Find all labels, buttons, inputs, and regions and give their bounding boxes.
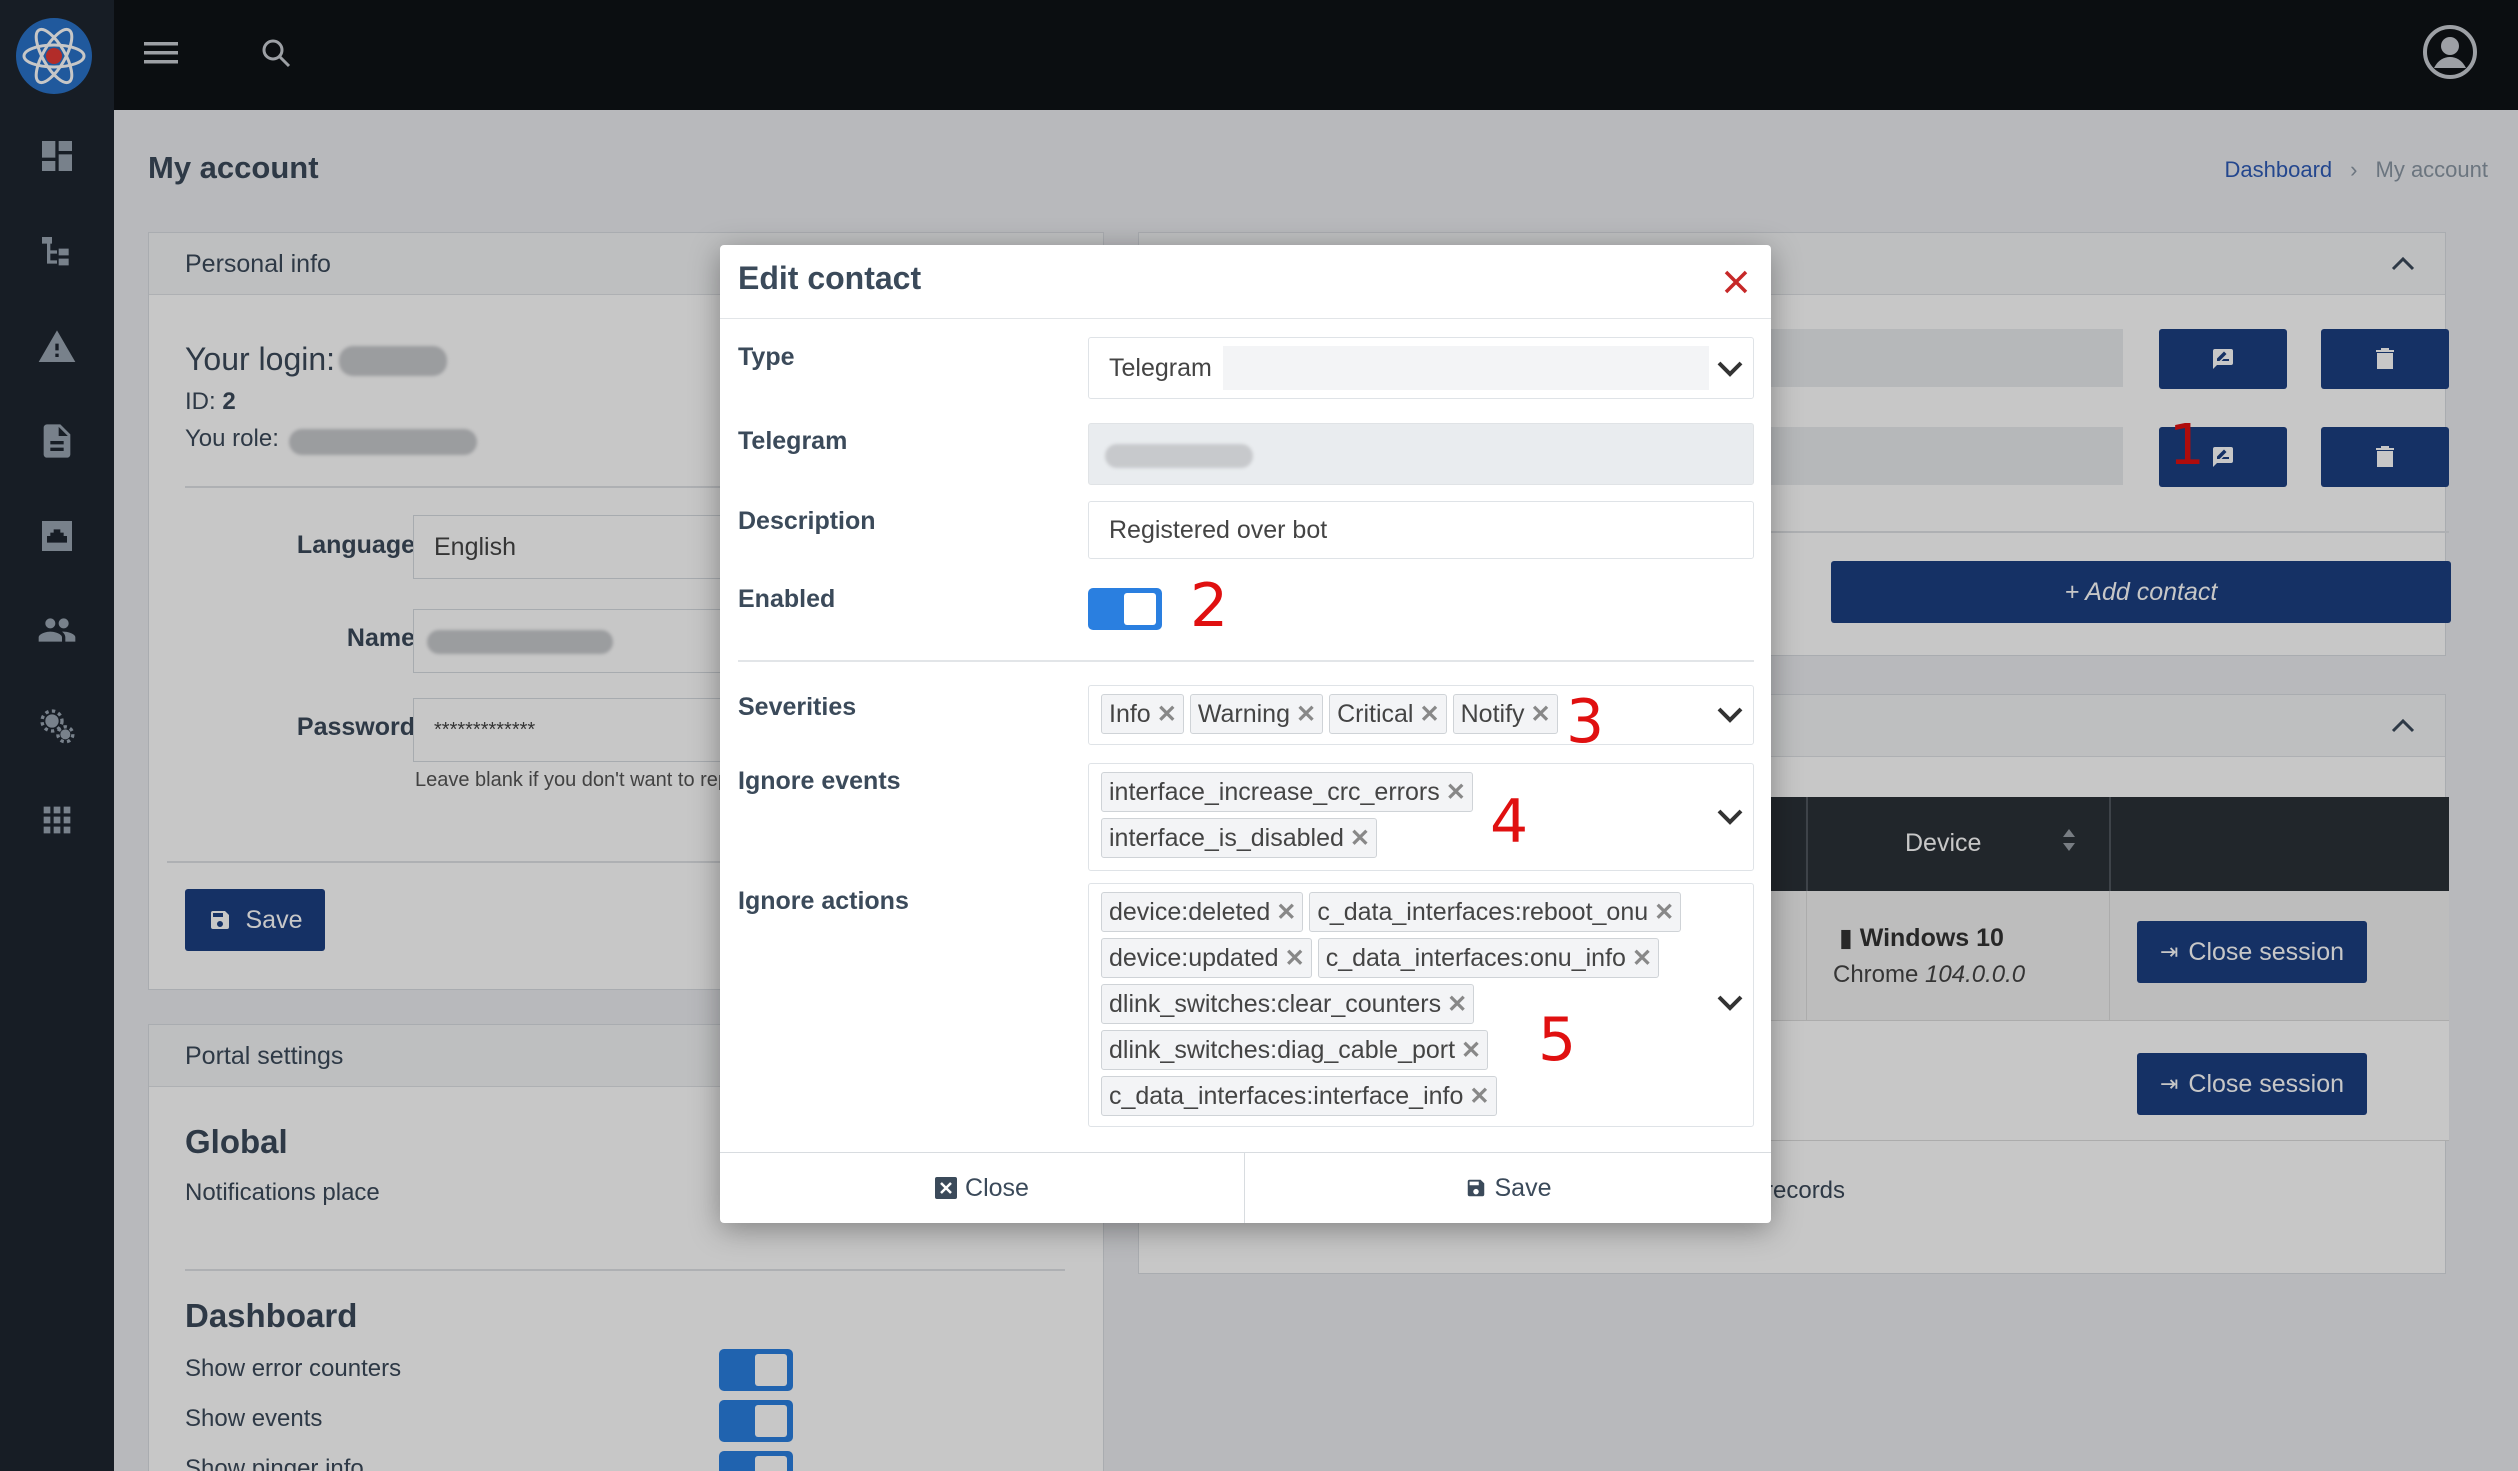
ignore-action-tag[interactable]: device:deleted ✕ xyxy=(1101,892,1304,932)
ignore-action-tag[interactable]: c_data_interfaces:onu_info ✕ xyxy=(1317,938,1660,978)
remove-tag-icon[interactable]: ✕ xyxy=(1276,898,1296,927)
enabled-label: Enabled xyxy=(738,585,836,613)
description-value: Registered over bot xyxy=(1109,516,1328,544)
ignore-action-tag-label: c_data_interfaces:onu_info xyxy=(1325,943,1626,972)
ignore-action-tag[interactable]: device:updated ✕ xyxy=(1101,938,1312,978)
annotation-2: 2 xyxy=(1190,571,1229,641)
type-value: Telegram xyxy=(1109,354,1212,382)
ignore-event-tag[interactable]: interface_increase_crc_errors ✕ xyxy=(1101,772,1473,812)
telegram-label: Telegram xyxy=(738,427,848,455)
severity-tag-label: Notify xyxy=(1460,699,1525,728)
remove-tag-icon[interactable]: ✕ xyxy=(1296,700,1316,729)
modal-close-button[interactable]: Close xyxy=(720,1153,1244,1223)
ignore-event-tag-label: interface_is_disabled xyxy=(1109,823,1344,852)
ignore-action-tag-label: c_data_interfaces:reboot_onu xyxy=(1317,897,1649,926)
annotation-3: 3 xyxy=(1566,687,1605,757)
divider xyxy=(738,660,1754,662)
remove-tag-icon[interactable]: ✕ xyxy=(1461,1036,1481,1065)
ignore-action-tag[interactable]: dlink_switches:clear_counters ✕ xyxy=(1101,984,1475,1024)
ignore-actions-multiselect[interactable]: device:deleted ✕ c_data_interfaces:reboot_… xyxy=(1088,883,1754,1127)
severity-tag-label: Critical xyxy=(1337,699,1414,728)
severity-tag[interactable]: Warning ✕ xyxy=(1189,694,1324,734)
description-label: Description xyxy=(738,507,876,535)
severities-multiselect[interactable]: Info ✕ Warning ✕ Critical ✕ Notify ✕ xyxy=(1088,685,1754,745)
telegram-input[interactable] xyxy=(1088,423,1754,485)
ignore-action-tag-label: device:deleted xyxy=(1109,897,1271,926)
telegram-value-redacted xyxy=(1105,444,1253,468)
remove-tag-icon[interactable]: ✕ xyxy=(1420,700,1440,729)
remove-tag-icon[interactable]: ✕ xyxy=(1350,824,1370,853)
remove-tag-icon[interactable]: ✕ xyxy=(1531,700,1551,729)
description-input[interactable]: Registered over bot xyxy=(1088,501,1754,559)
severities-label: Severities xyxy=(738,693,857,721)
type-label: Type xyxy=(738,343,795,371)
ignore-action-tag-label: dlink_switches:clear_counters xyxy=(1109,989,1442,1018)
remove-tag-icon[interactable]: ✕ xyxy=(1632,944,1652,973)
floppy-disk-icon xyxy=(1467,1179,1484,1197)
chevron-down-icon[interactable] xyxy=(1715,700,1745,730)
edit-contact-modal: Edit contact Type Telegram Telegram Desc… xyxy=(720,245,1771,1223)
modal-close-label: Close xyxy=(965,1173,1029,1202)
ignore-event-tag[interactable]: interface_is_disabled ✕ xyxy=(1101,818,1377,858)
severity-tag[interactable]: Notify ✕ xyxy=(1452,694,1558,734)
ignore-action-tag[interactable]: c_data_interfaces:reboot_onu ✕ xyxy=(1309,892,1682,932)
remove-tag-icon[interactable]: ✕ xyxy=(1446,778,1466,807)
remove-tag-icon[interactable]: ✕ xyxy=(1447,990,1467,1019)
close-icon[interactable] xyxy=(1723,269,1749,295)
modal-save-button[interactable]: Save xyxy=(1245,1153,1771,1223)
remove-tag-icon[interactable]: ✕ xyxy=(1285,944,1305,973)
ignore-event-tag-label: interface_increase_crc_errors xyxy=(1109,777,1440,806)
type-select[interactable]: Telegram xyxy=(1088,337,1754,399)
chevron-down-icon[interactable] xyxy=(1715,988,1745,1018)
ignore-actions-label: Ignore actions xyxy=(738,887,909,915)
severity-tag-label: Info xyxy=(1109,699,1151,728)
severity-tag[interactable]: Critical ✕ xyxy=(1329,694,1447,734)
remove-tag-icon[interactable]: ✕ xyxy=(1157,700,1177,729)
close-square-icon xyxy=(935,1177,958,1199)
chevron-down-icon[interactable] xyxy=(1715,354,1745,384)
severity-tag-label: Warning xyxy=(1197,699,1290,728)
modal-save-label: Save xyxy=(1494,1173,1552,1202)
ignore-events-multiselect[interactable]: interface_increase_crc_errors ✕ interface_… xyxy=(1088,763,1754,871)
severity-tag[interactable]: Info ✕ xyxy=(1101,694,1184,734)
remove-tag-icon[interactable]: ✕ xyxy=(1469,1082,1489,1111)
ignore-action-tag-label: dlink_switches:diag_cable_port xyxy=(1109,1035,1456,1064)
ignore-events-label: Ignore events xyxy=(738,767,901,795)
ignore-action-tag[interactable]: dlink_switches:diag_cable_port ✕ xyxy=(1101,1030,1489,1070)
ignore-action-tag-label: device:updated xyxy=(1109,943,1279,972)
annotation-4: 4 xyxy=(1490,787,1529,857)
ignore-action-tag[interactable]: c_data_interfaces:interface_info ✕ xyxy=(1101,1076,1497,1116)
remove-tag-icon[interactable]: ✕ xyxy=(1654,898,1674,927)
type-search-area xyxy=(1223,346,1709,390)
chevron-down-icon[interactable] xyxy=(1715,802,1745,832)
divider xyxy=(720,318,1771,319)
annotation-5: 5 xyxy=(1538,1005,1577,1075)
ignore-action-tag-label: c_data_interfaces:interface_info xyxy=(1109,1081,1464,1110)
modal-title: Edit contact xyxy=(738,260,922,296)
enabled-toggle[interactable] xyxy=(1088,588,1162,630)
